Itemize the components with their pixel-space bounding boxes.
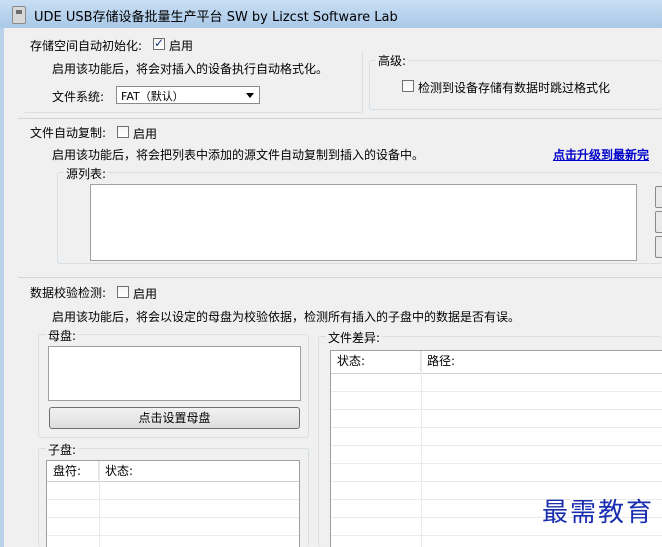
add-source-button[interactable]: [655, 186, 662, 208]
row-divider: [331, 427, 662, 428]
auto-copy-description: 启用该功能后，将会把列表中添加的源文件自动复制到插入的设备中。: [52, 148, 425, 162]
auto-copy-enable-label[interactable]: 启用: [133, 125, 157, 142]
clear-source-button[interactable]: [655, 236, 662, 258]
row-divider: [331, 445, 662, 446]
file-system-label: 文件系统:: [52, 90, 105, 104]
file-system-value: FAT（默认）: [121, 90, 184, 103]
row-divider: [331, 535, 662, 536]
source-list-box[interactable]: [90, 184, 637, 261]
row-divider: [47, 535, 299, 536]
advanced-label: 高级:: [376, 52, 409, 69]
chevron-down-icon: [246, 93, 254, 98]
set-master-button[interactable]: 点击设置母盘: [49, 407, 300, 429]
source-list-label: 源列表:: [64, 165, 109, 182]
table-header-divider: [47, 481, 299, 482]
auto-format-checkbox[interactable]: [153, 36, 165, 50]
app-icon: [12, 6, 26, 24]
remove-source-button[interactable]: [655, 211, 662, 233]
diff-col-status[interactable]: 状态:: [331, 351, 421, 371]
upgrade-link[interactable]: 点击升级到最新完: [553, 146, 649, 163]
row-divider: [47, 499, 299, 500]
auto-copy-checkbox[interactable]: [117, 126, 129, 138]
verify-description: 启用该功能后，将会以设定的母盘为校验依据，检测所有插入的子盘中的数据是否有误。: [52, 310, 521, 324]
row-divider: [331, 391, 662, 392]
file-system-select[interactable]: FAT（默认）: [116, 86, 260, 104]
skip-format-checkbox[interactable]: [402, 80, 414, 92]
skip-format-label[interactable]: 检测到设备存储有数据时跳过格式化: [418, 79, 610, 96]
window-title: UDE USB存储设备批量生产平台 SW by Lizcst Software …: [34, 10, 398, 25]
divider: [18, 118, 662, 119]
watermark: 最需教育: [541, 498, 654, 528]
child-col-status[interactable]: 状态:: [99, 461, 299, 481]
row-divider: [47, 517, 299, 518]
child-label: 子盘:: [46, 441, 79, 458]
auto-copy-label: 文件自动复制:: [30, 126, 107, 140]
verify-label: 数据校验检测:: [30, 286, 107, 300]
master-label: 母盘:: [46, 327, 79, 344]
row-divider: [331, 463, 662, 464]
title-bar: UDE USB存储设备批量生产平台 SW by Lizcst Software …: [0, 0, 662, 29]
auto-format-description: 启用该功能后，将会对插入的设备执行自动格式化。: [52, 62, 329, 76]
master-box[interactable]: [48, 346, 301, 401]
child-table[interactable]: 盘符: 状态:: [46, 460, 300, 547]
child-col-drive[interactable]: 盘符:: [47, 461, 99, 481]
verify-checkbox[interactable]: [117, 286, 129, 298]
row-divider: [331, 409, 662, 410]
row-divider: [331, 481, 662, 482]
verify-enable-label[interactable]: 启用: [133, 285, 157, 302]
divider: [18, 277, 662, 278]
table-header-divider: [331, 373, 662, 374]
diff-col-path[interactable]: 路径:: [421, 351, 662, 371]
diff-label: 文件差异:: [326, 329, 383, 346]
